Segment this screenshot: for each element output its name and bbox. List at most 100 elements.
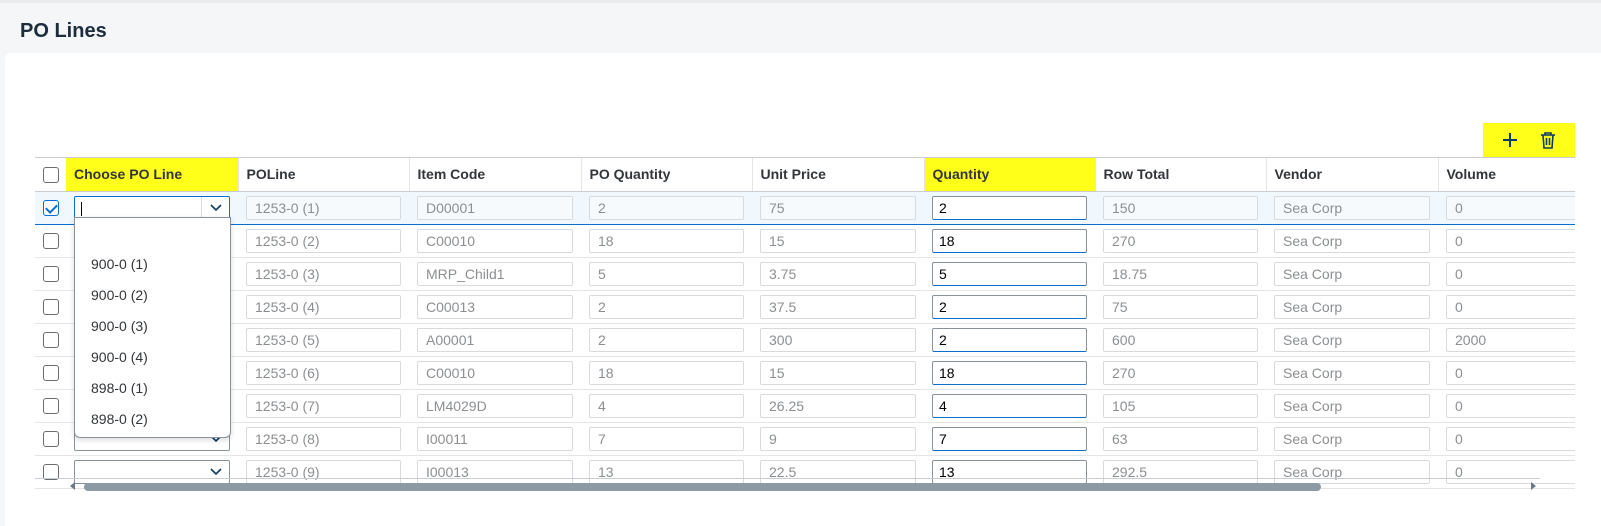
chevron-down-icon bbox=[209, 467, 222, 475]
po-quantity-cell: 4 bbox=[581, 389, 752, 423]
item-code-field: C00013 bbox=[417, 294, 573, 319]
choose-po-line-value[interactable] bbox=[75, 197, 201, 219]
table-row[interactable]: 1253-0 (8) I00011 7 9 7 63 Sea Corp 0 bbox=[35, 422, 1575, 456]
choose-po-line-combobox[interactable] bbox=[74, 195, 230, 220]
unit-price-cell: 9 bbox=[752, 422, 924, 456]
row-checkbox[interactable] bbox=[42, 365, 59, 382]
poline-cell: 1253-0 (3) bbox=[238, 257, 409, 291]
volume-field: 2000 bbox=[1446, 327, 1575, 352]
po-quantity-cell: 5 bbox=[581, 257, 752, 291]
item-code-cell: C00010 bbox=[409, 224, 581, 258]
po-quantity-cell: 18 bbox=[581, 224, 752, 258]
unit-price-cell: 15 bbox=[752, 224, 924, 258]
row-select-cell bbox=[35, 422, 66, 456]
row-checkbox[interactable] bbox=[42, 266, 59, 283]
table-row[interactable]: 1253-0 (4) C00013 2 37.5 2 75 Sea Corp 0 bbox=[35, 290, 1575, 324]
add-row-button[interactable] bbox=[1496, 126, 1524, 154]
quantity-input[interactable]: 2 bbox=[932, 195, 1087, 220]
row-total-cell: 600 bbox=[1095, 323, 1266, 357]
row-checkbox[interactable] bbox=[42, 431, 59, 448]
dropdown-option[interactable]: 900-0 (4) bbox=[75, 342, 230, 373]
select-all-checkbox[interactable] bbox=[42, 166, 59, 183]
vendor-field: Sea Corp bbox=[1274, 195, 1430, 220]
row-total-cell: 105 bbox=[1095, 389, 1266, 423]
unit-price-field: 26.25 bbox=[760, 393, 916, 418]
dropdown-option[interactable]: 900-0 (1) bbox=[75, 249, 230, 280]
table-row[interactable]: 1253-0 (5) A00001 2 300 2 600 Sea Corp 2000 bbox=[35, 323, 1575, 357]
scroll-right-icon[interactable] bbox=[1531, 482, 1536, 490]
dropdown-option[interactable]: 900-0 (2) bbox=[75, 280, 230, 311]
volume-cell: 0 bbox=[1438, 290, 1575, 324]
row-total-field: 75 bbox=[1103, 294, 1258, 319]
quantity-input[interactable]: 5 bbox=[932, 261, 1087, 286]
vendor-cell: Sea Corp bbox=[1266, 356, 1438, 390]
column-header-poline: POLine bbox=[238, 158, 410, 192]
quantity-cell: 4 bbox=[924, 389, 1095, 423]
vendor-cell: Sea Corp bbox=[1266, 389, 1438, 423]
scroll-left-icon[interactable] bbox=[70, 482, 75, 490]
quantity-input[interactable]: 7 bbox=[932, 426, 1087, 451]
table-row[interactable]: 1253-0 (3) MRP_Child1 5 3.75 5 18.75 Sea Corp 0 bbox=[35, 257, 1575, 291]
volume-cell: 0 bbox=[1438, 191, 1575, 225]
volume-cell: 0 bbox=[1438, 257, 1575, 291]
vendor-field: Sea Corp bbox=[1274, 426, 1430, 451]
row-total-field: 600 bbox=[1103, 327, 1258, 352]
po-quantity-field: 2 bbox=[589, 195, 744, 220]
scrollbar-thumb[interactable] bbox=[84, 483, 1321, 491]
unit-price-cell: 300 bbox=[752, 323, 924, 357]
column-header-row-total: Row Total bbox=[1095, 158, 1267, 192]
poline-cell: 1253-0 (2) bbox=[238, 224, 409, 258]
quantity-input[interactable]: 2 bbox=[932, 327, 1087, 352]
poline-cell: 1253-0 (6) bbox=[238, 356, 409, 390]
select-all-cell bbox=[35, 158, 66, 192]
row-total-cell: 150 bbox=[1095, 191, 1266, 225]
combobox-arrow-button[interactable] bbox=[201, 196, 229, 219]
dropdown-option[interactable]: 898-0 (2) bbox=[75, 404, 230, 435]
quantity-cell: 2 bbox=[924, 191, 1095, 225]
horizontal-scrollbar[interactable] bbox=[68, 481, 1538, 493]
table-row[interactable]: 1253-0 (1) D00001 2 75 2 150 Sea Corp 0 bbox=[35, 191, 1575, 225]
table-row[interactable]: 1253-0 (6) C00010 18 15 18 270 Sea Corp 0 bbox=[35, 356, 1575, 390]
row-total-cell: 18.75 bbox=[1095, 257, 1266, 291]
quantity-input[interactable]: 4 bbox=[932, 393, 1087, 418]
row-checkbox[interactable] bbox=[42, 332, 59, 349]
row-total-cell: 270 bbox=[1095, 356, 1266, 390]
quantity-input[interactable]: 2 bbox=[932, 294, 1087, 319]
poline-field: 1253-0 (9) bbox=[246, 459, 401, 484]
dropdown-option[interactable]: 898-0 (1) bbox=[75, 373, 230, 404]
vendor-field: Sea Corp bbox=[1274, 294, 1430, 319]
row-select-cell bbox=[35, 224, 66, 258]
row-checkbox[interactable] bbox=[42, 200, 59, 217]
choose-po-line-value[interactable] bbox=[75, 461, 201, 483]
quantity-cell: 18 bbox=[924, 356, 1095, 390]
poline-field: 1253-0 (3) bbox=[246, 261, 401, 286]
plus-icon bbox=[1503, 133, 1517, 147]
row-checkbox[interactable] bbox=[42, 233, 59, 250]
po-quantity-field: 7 bbox=[589, 426, 744, 451]
quantity-input[interactable]: 18 bbox=[932, 228, 1087, 253]
delete-row-button[interactable] bbox=[1534, 126, 1562, 154]
choose-po-line-combobox[interactable] bbox=[74, 459, 230, 484]
item-code-cell: MRP_Child1 bbox=[409, 257, 581, 291]
trash-icon bbox=[1541, 132, 1555, 149]
text-caret bbox=[81, 201, 82, 216]
unit-price-cell: 37.5 bbox=[752, 290, 924, 324]
row-checkbox[interactable] bbox=[42, 398, 59, 415]
unit-price-field: 300 bbox=[760, 327, 916, 352]
table-row[interactable]: 1253-0 (7) LM4029D 4 26.25 4 105 Sea Corp 0 bbox=[35, 389, 1575, 423]
unit-price-field: 22.5 bbox=[760, 459, 916, 484]
poline-field: 1253-0 (8) bbox=[246, 426, 401, 451]
row-select-cell bbox=[35, 389, 66, 423]
page-title: PO Lines bbox=[20, 20, 107, 42]
table-row[interactable]: 1253-0 (2) C00010 18 15 18 270 Sea Corp 0 bbox=[35, 224, 1575, 258]
vendor-field: Sea Corp bbox=[1274, 459, 1430, 484]
quantity-input[interactable]: 13 bbox=[932, 459, 1087, 484]
poline-field: 1253-0 (7) bbox=[246, 393, 401, 418]
dropdown-option[interactable]: 900-0 (3) bbox=[75, 311, 230, 342]
vendor-field: Sea Corp bbox=[1274, 327, 1430, 352]
row-checkbox[interactable] bbox=[42, 299, 59, 316]
row-total-field: 270 bbox=[1103, 228, 1258, 253]
vendor-field: Sea Corp bbox=[1274, 393, 1430, 418]
quantity-input[interactable]: 18 bbox=[932, 360, 1087, 385]
combobox-arrow-button[interactable] bbox=[201, 461, 229, 483]
